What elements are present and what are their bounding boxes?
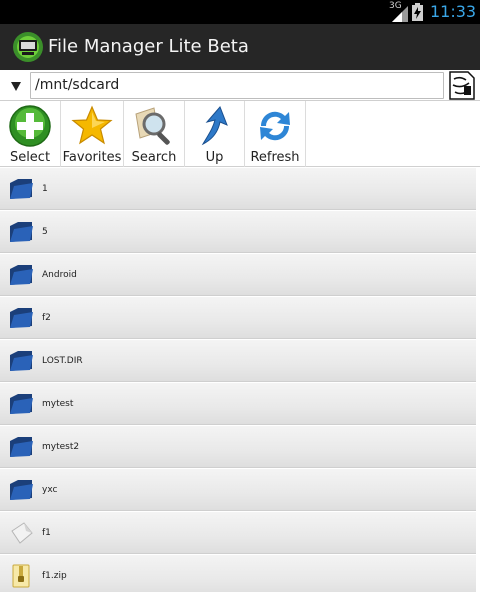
path-bar: /mnt/sdcard [0, 70, 480, 101]
scrollbar-track [476, 168, 480, 592]
folder-icon [10, 179, 33, 199]
file-name: 1 [42, 184, 48, 194]
folder-icon [10, 265, 33, 285]
file-list: 1 5 Android f2 LOST.DIR mytest mytest2 y… [0, 168, 476, 592]
refresh-icon [260, 111, 290, 141]
list-item[interactable]: Android [0, 254, 476, 296]
file-name: f2 [42, 313, 51, 323]
refresh-button[interactable]: Refresh [245, 101, 305, 167]
folder-icon [10, 480, 33, 500]
star-icon [71, 105, 113, 145]
list-item[interactable]: yxc [0, 469, 476, 511]
favorites-label: Favorites [62, 150, 122, 165]
file-name: mytest2 [42, 442, 80, 452]
folder-icon [10, 437, 33, 457]
favorites-button[interactable]: Favorites [61, 101, 123, 167]
dropdown-arrow-icon[interactable] [10, 80, 22, 92]
up-arrow-icon [201, 106, 228, 146]
list-item[interactable]: mytest [0, 383, 476, 425]
search-icon [135, 107, 170, 145]
folder-icon [10, 308, 33, 328]
up-label: Up [205, 150, 224, 165]
plus-icon [9, 105, 51, 147]
zip-file-icon [12, 564, 30, 588]
list-item[interactable]: mytest2 [0, 426, 476, 468]
select-button[interactable]: Select [0, 101, 60, 167]
file-name: Android [42, 270, 77, 280]
folder-icon [10, 394, 33, 414]
file-name: mytest [42, 399, 74, 409]
list-item[interactable]: 1 [0, 168, 476, 210]
select-label: Select [9, 150, 51, 165]
folder-icon [10, 351, 33, 371]
file-name: LOST.DIR [42, 356, 83, 366]
list-item[interactable]: 5 [0, 211, 476, 253]
list-item[interactable]: f1 [0, 512, 476, 554]
file-name: f1.zip [42, 571, 67, 581]
search-label: Search [131, 150, 177, 165]
list-item[interactable]: LOST.DIR [0, 340, 476, 382]
battery-icon [412, 3, 423, 21]
file-name: f1 [42, 528, 51, 538]
sd-card-icon[interactable] [446, 71, 476, 100]
app-logo-icon [13, 32, 43, 62]
list-item[interactable]: f1.zip [0, 555, 476, 592]
file-name: 5 [42, 227, 48, 237]
search-button[interactable]: Search [124, 101, 184, 167]
status-clock: 11:33 [430, 2, 477, 21]
folder-icon [10, 222, 33, 242]
status-bar: 3G 11:33 [0, 0, 480, 24]
path-input[interactable]: /mnt/sdcard [30, 72, 444, 99]
app-title: File Manager Lite Beta [48, 36, 249, 57]
file-name: yxc [42, 485, 58, 495]
refresh-label: Refresh [250, 150, 300, 165]
file-icon [11, 522, 33, 544]
list-item[interactable]: f2 [0, 297, 476, 339]
action-bar: File Manager Lite Beta [0, 24, 480, 70]
signal-icon [392, 6, 408, 22]
toolbar-divider [305, 101, 306, 167]
toolbar: Select Favorites Search Up Refresh [0, 101, 480, 167]
up-button[interactable]: Up [185, 101, 244, 167]
